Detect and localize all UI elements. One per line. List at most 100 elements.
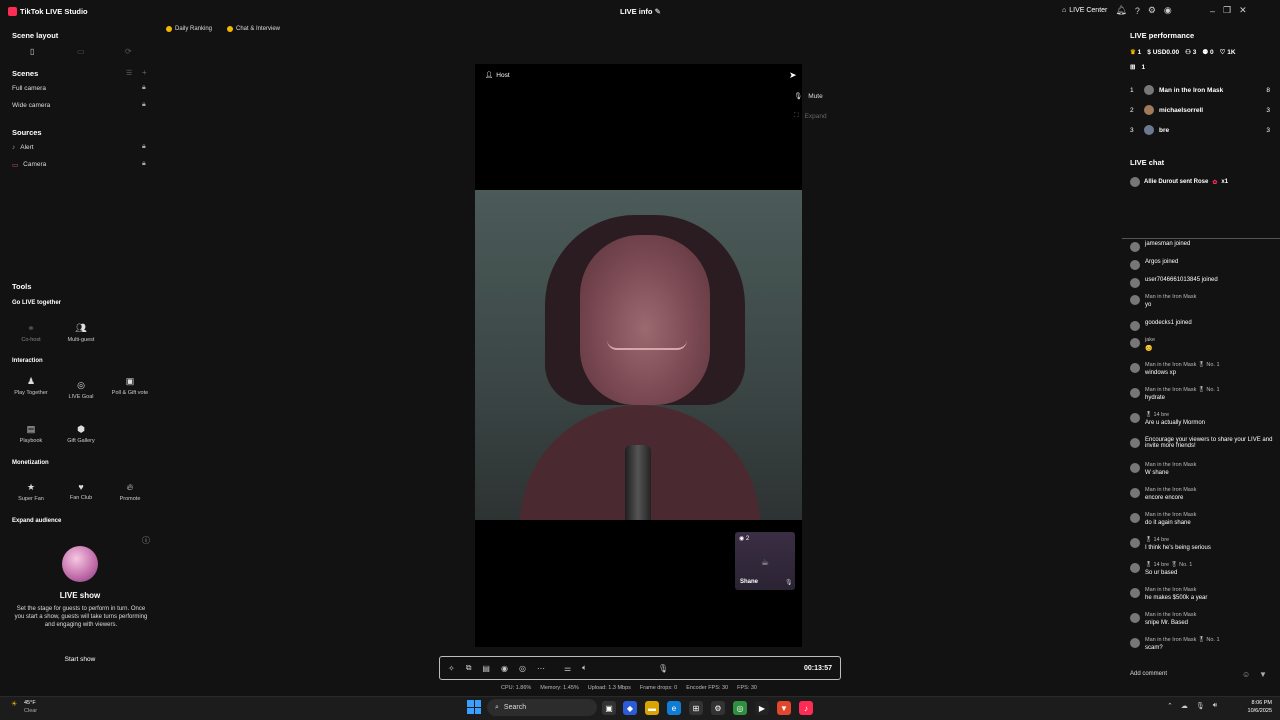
add-scene-icon[interactable]: + [142, 68, 147, 77]
chat-username[interactable]: Man in the Iron Mask [1145, 512, 1196, 518]
chat-username[interactable]: Man in the Iron Mask [1145, 612, 1196, 618]
fan-club-button[interactable]: ♥ Fan Club [59, 482, 103, 501]
add-comment-input[interactable]: Add comment [1130, 671, 1167, 677]
chat-username[interactable]: 🎖 14 bre [1145, 537, 1211, 543]
chat-username[interactable]: Man in the Iron Mask 🎖 No. 1 [1145, 362, 1220, 368]
lock-icon[interactable]: 🔒︎ [142, 160, 146, 168]
mic-icon[interactable]: 🎙︎ [658, 664, 668, 673]
xbox-icon[interactable]: ◎ [733, 701, 747, 715]
chevron-up-icon[interactable]: ⌃ [1167, 702, 1173, 710]
layout-icon[interactable]: ▤ [482, 664, 490, 673]
chat-username[interactable]: Man in the Iron Mask [1145, 487, 1196, 493]
chat-username[interactable]: 🎖 14 bre [1145, 412, 1205, 418]
expand-menu-item[interactable]: ⛶ Expand [788, 106, 848, 126]
chat-message[interactable]: Man in the Iron Mask encore encore [1130, 487, 1280, 501]
guest-tile[interactable]: ◉ 2 ☕︎ Shane 🎙︎ [735, 532, 795, 590]
start-show-button[interactable]: Start show [50, 656, 110, 663]
app-icon[interactable]: ⚙ [711, 701, 725, 715]
bell-icon[interactable]: 🔔︎ [1115, 5, 1126, 16]
chat-message[interactable]: Man in the Iron Mask 🎖 No. 1 windows xp [1130, 362, 1280, 376]
playbook-button[interactable]: ▤ Playbook [9, 424, 53, 444]
filter-icon[interactable]: ▼ [1259, 670, 1267, 679]
terminal-icon[interactable]: ▶ [755, 701, 769, 715]
chat-message[interactable]: Man in the Iron Mask do it again shane [1130, 512, 1280, 526]
source-camera[interactable]: ▭ Camera [12, 161, 46, 169]
capture-icon[interactable]: ◎ [519, 664, 526, 673]
chat-username[interactable]: Man in the Iron Mask [1145, 587, 1207, 593]
rotate-layout-icon[interactable]: ⟳ [125, 47, 132, 56]
chat-message[interactable]: Argos joined [1130, 259, 1280, 270]
multiguest-button[interactable]: 👥︎ Multi-guest [59, 323, 103, 343]
portrait-layout-icon[interactable]: ▯ [30, 47, 34, 56]
task-view-icon[interactable]: ▣ [602, 701, 616, 715]
effects-icon[interactable]: ✧ [448, 664, 455, 673]
taskbar-search[interactable]: ⌕ Search [487, 699, 597, 716]
chat-message[interactable]: Man in the Iron Mask snipe Mr. Based [1130, 612, 1280, 626]
record-icon[interactable]: ◉ [501, 664, 508, 673]
ranking-item[interactable]: 3 bre 3 [1130, 120, 1270, 140]
chat-message[interactable]: Man in the Iron Mask he makes $500k a yea… [1130, 587, 1280, 601]
start-icon[interactable] [467, 700, 481, 714]
chat-message[interactable]: Man in the Iron Mask 🎖 No. 1 hydrate [1130, 387, 1280, 401]
chat-username[interactable]: Man in the Iron Mask 🎖 No. 1 [1145, 637, 1220, 643]
scene-list-icon[interactable]: ☰ [126, 69, 132, 77]
chat-username[interactable]: Man in the Iron Mask [1145, 294, 1196, 300]
mute-menu-item[interactable]: 🎙︎ Mute [788, 86, 848, 106]
weather-temp[interactable]: 45°F [24, 700, 36, 706]
gift-gallery-button[interactable]: ⬢ Gift Gallery [59, 424, 103, 444]
landscape-layout-icon[interactable]: ▭ [77, 47, 85, 56]
chat-message[interactable]: Man in the Iron Mask W shane [1130, 462, 1280, 476]
ranking-item[interactable]: 1 Man in the Iron Mask 8 [1130, 80, 1270, 100]
chat-interview-chip[interactable]: Chat & Interview [227, 26, 280, 32]
chat-message[interactable]: goodecks1 joined [1130, 320, 1280, 331]
chat-message[interactable]: 🎖 14 bre I think he's being serious [1130, 537, 1280, 551]
guest-mic-icon[interactable]: 🎙︎ [785, 579, 793, 586]
chat-message[interactable]: user7046661013845 joined [1130, 277, 1280, 288]
chat-message[interactable]: jake 😊 [1130, 337, 1280, 352]
chat-message[interactable]: 🎖 14 bre Are u actually Mormon [1130, 412, 1280, 426]
pip-icon[interactable]: ⧉ [466, 663, 472, 673]
daily-ranking-chip[interactable]: Daily Ranking [166, 26, 212, 32]
source-alert[interactable]: ♪ Alert [12, 144, 34, 151]
volume-icon[interactable]: 🔊︎ [1213, 702, 1217, 710]
minimize-icon[interactable]: – [1210, 6, 1215, 16]
promote-button[interactable]: 🔥︎ Promote [108, 482, 152, 502]
chat-message[interactable]: Encourage your viewers to share your LIV… [1130, 437, 1280, 449]
cohost-button[interactable]: ⚭ Co-host [9, 323, 53, 343]
chat-username[interactable]: Man in the Iron Mask 🎖 No. 1 [1145, 387, 1220, 393]
chat-username[interactable]: 🎖 14 bre 🎖 No. 1 [1145, 562, 1192, 568]
more-icon[interactable]: ⋯ [537, 664, 545, 673]
emoji-icon[interactable]: ☺ [1242, 670, 1250, 679]
lock-icon[interactable]: 🔒︎ [142, 101, 146, 109]
edge-icon[interactable]: e [667, 701, 681, 715]
chat-message[interactable]: Man in the Iron Mask 🎖 No. 1 scam? [1130, 637, 1280, 651]
tiktok-live-icon[interactable]: ♪ [799, 701, 813, 715]
chat-username[interactable]: jake [1145, 337, 1155, 343]
scene-wide-camera[interactable]: Wide camera [12, 102, 50, 109]
store-icon[interactable]: ⊞ [689, 701, 703, 715]
copilot-icon[interactable]: ◆ [623, 701, 637, 715]
lock-icon[interactable]: 🔒︎ [142, 84, 146, 92]
chat-message[interactable]: 🎖 14 bre 🎖 No. 1 So ur based [1130, 562, 1280, 576]
clock-time[interactable]: 8:06 PM [1246, 700, 1272, 706]
avatar[interactable]: ◉ [1164, 5, 1172, 16]
live-info-title[interactable]: LIVE info ✎ [620, 7, 661, 16]
mic-icon[interactable]: 🎙︎ [1196, 702, 1205, 710]
live-center-button[interactable]: ⌂ LIVE Center [1062, 7, 1107, 14]
edit-icon[interactable]: ✎ [655, 7, 661, 16]
file-explorer-icon[interactable]: ▬ [645, 701, 659, 715]
maximize-icon[interactable]: ❐ [1223, 5, 1231, 16]
ranking-item[interactable]: 2 michaelsorrell 3 [1130, 100, 1270, 120]
help-icon[interactable]: ? [1135, 6, 1140, 16]
close-icon[interactable]: ✕ [1239, 5, 1247, 16]
play-together-button[interactable]: ♟ Play Together [9, 376, 53, 396]
poll-gift-vote-button[interactable]: ▣ Poll & Gift vote [108, 376, 152, 396]
chat-message[interactable]: Man in the Iron Mask yo [1130, 294, 1280, 308]
chat-message[interactable]: jamesman joined [1130, 241, 1280, 252]
cloud-icon[interactable]: ☁ [1181, 702, 1188, 710]
gear-icon[interactable]: ⚙ [1148, 5, 1156, 16]
speaker-icon[interactable]: 🔈︎ [582, 663, 587, 673]
lock-icon[interactable]: 🔒︎ [142, 143, 146, 151]
super-fan-button[interactable]: ★ Super Fan [9, 482, 53, 502]
brave-icon[interactable]: ▼ [777, 701, 791, 715]
